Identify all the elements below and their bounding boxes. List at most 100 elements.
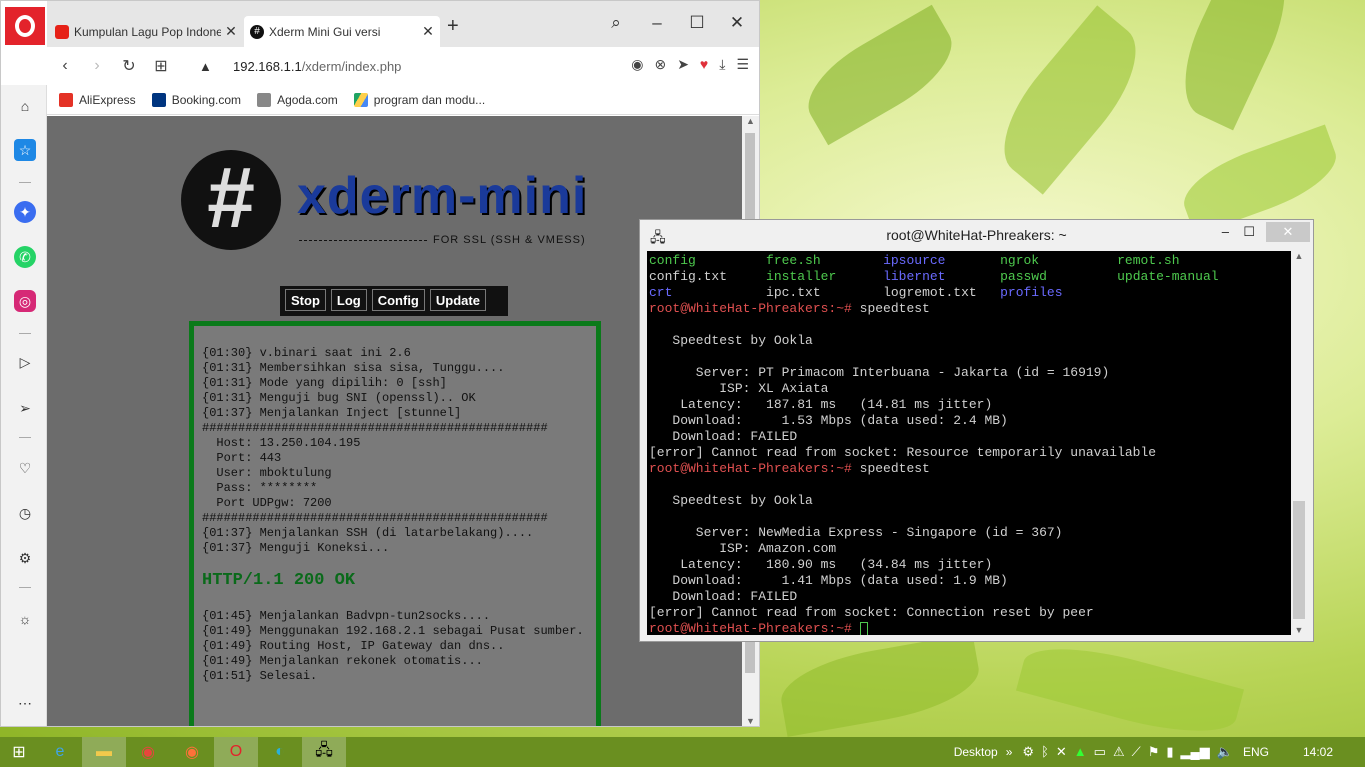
maximize-icon[interactable]: ☐ [1243, 224, 1255, 240]
easy-setup-icon[interactable]: ☰ [736, 56, 749, 73]
stop-button[interactable]: Stop [285, 289, 326, 311]
aliexpress-icon [59, 92, 73, 107]
bluetooth-icon[interactable]: ᛒ [1041, 744, 1049, 760]
battery-icon[interactable]: ▮ [1166, 744, 1173, 760]
send-icon[interactable]: ➤ [677, 56, 689, 73]
firefox-icon[interactable]: ◉ [170, 737, 214, 767]
bookmark-booking[interactable]: Booking.com [151, 92, 242, 107]
camera-icon[interactable]: ◉ [631, 56, 643, 73]
wifi-icon[interactable]: ▂▄▆ [1181, 744, 1210, 760]
update-button[interactable]: Update [429, 289, 486, 311]
minimize-icon[interactable]: – [645, 13, 669, 33]
more-icon[interactable]: ⋯ [14, 692, 36, 714]
clock[interactable]: 14:02 [1303, 745, 1333, 759]
bookmark-agoda[interactable]: Agoda.com [257, 92, 338, 107]
windows-start-icon[interactable]: ⊞ [0, 742, 38, 762]
internet-explorer-icon[interactable]: e [38, 737, 82, 767]
close-icon[interactable]: ✕ [1266, 222, 1310, 242]
minimize-icon[interactable]: – [1222, 224, 1229, 239]
ls-listing: config free.sh ipsource ngrok remot.sh c… [649, 253, 1289, 301]
whatsapp-icon[interactable]: ✆ [14, 246, 36, 268]
send-icon[interactable]: ➢ [14, 397, 36, 419]
reload-icon[interactable]: ↻ [115, 56, 143, 76]
desktop-toolbar[interactable]: Desktop [954, 745, 998, 759]
chevron-icon[interactable]: » [1006, 745, 1013, 759]
new-tab-button[interactable]: + [447, 15, 459, 38]
taskbar: ⊞ e ▬ ◉ ◉ O ◐ 🖧 Desktop » ⚙ ᛒ ✕ ▲ ▭ ⚠ ⟋ … [0, 737, 1365, 767]
messenger-icon[interactable]: ✦ [14, 201, 36, 223]
back-icon[interactable]: ‹ [51, 57, 79, 75]
putty-icon[interactable]: 🖧 [302, 737, 346, 767]
tab-title: Xderm Mini Gui versi [269, 24, 381, 39]
tray-app-icon[interactable]: ▭ [1094, 744, 1106, 760]
bookmarks-icon[interactable]: ☆ [14, 139, 36, 161]
language-indicator[interactable]: ENG [1243, 745, 1269, 759]
bookmark-drive[interactable]: program dan modu... [353, 92, 485, 107]
close-icon[interactable]: ✕ [422, 23, 434, 40]
config-button[interactable]: Config [371, 289, 425, 311]
google-drive-icon [353, 92, 368, 107]
bookmark-label: Agoda.com [277, 92, 338, 107]
speedtest-output: Speedtest by Ookla Server: PT Primacom I… [649, 333, 1157, 460]
ls-entry: ipsource [883, 253, 1001, 268]
search-tabs-icon[interactable]: ⌕ [604, 13, 628, 33]
heart-icon[interactable]: ♡ [14, 457, 36, 479]
text-cursor [859, 621, 868, 635]
heart-icon[interactable]: ♥ [700, 56, 708, 73]
command: speedtest [851, 461, 930, 476]
tab-xderm[interactable]: # Xderm Mini Gui versi ✕ [244, 16, 440, 47]
opera-icon[interactable]: O [214, 737, 258, 767]
opera-menu-icon[interactable] [5, 7, 45, 45]
warning-icon[interactable]: ▲ [199, 59, 212, 74]
tab-youtube[interactable]: Kumpulan Lagu Pop Indone ✕ [49, 16, 243, 47]
system-tray: Desktop » ⚙ ᛒ ✕ ▲ ▭ ⚠ ⟋ ⚑ ▮ ▂▄▆ 🔈 ENG 14… [954, 737, 1365, 767]
wallpaper-leaf [1015, 632, 1245, 748]
file-explorer-icon[interactable]: ▬ [82, 737, 126, 767]
ls-entry: libernet [883, 269, 1001, 284]
bookmark-label: Booking.com [171, 92, 242, 107]
close-window-icon[interactable]: ✕ [725, 13, 749, 33]
close-icon[interactable]: ✕ [225, 23, 237, 40]
instagram-icon[interactable]: ◎ [14, 290, 36, 312]
history-icon[interactable]: ◷ [14, 502, 36, 524]
terminal-scrollbar[interactable]: ▲ ▼ [1291, 251, 1307, 635]
putty-icon[interactable]: 🖧 [650, 227, 666, 251]
terminal-output[interactable]: config free.sh ipsource ngrok remot.sh c… [647, 251, 1291, 635]
adblock-icon[interactable]: ⊗ [654, 56, 666, 73]
terminal-titlebar[interactable]: 🖧 root@WhiteHat-Phreakers: ~ – ☐ ✕ [640, 220, 1313, 250]
download-icon[interactable]: ⤓ [719, 56, 725, 73]
network-tool-icon[interactable]: ⚙ [1022, 744, 1034, 760]
player-icon[interactable]: ▷ [14, 351, 36, 373]
ls-entry: installer [766, 269, 884, 284]
divider [19, 437, 31, 438]
log-output: {01:30} v.binari saat ini 2.6 {01:31} Me… [189, 321, 601, 726]
maximize-icon[interactable]: ☐ [685, 13, 709, 33]
settings-icon[interactable]: ⚙ [14, 547, 36, 569]
ls-entry: crt [649, 285, 767, 300]
ls-entry: free.sh [766, 253, 884, 268]
scrollbar-thumb[interactable] [1293, 501, 1305, 619]
prompt-line: root@WhiteHat-Phreakers:~# [649, 621, 1289, 635]
tray-app-icon[interactable]: ✕ [1056, 744, 1067, 760]
prompt: root@WhiteHat-Phreakers:~# [649, 461, 852, 476]
tray-app-icon[interactable]: ▲ [1074, 744, 1087, 760]
xderm-title: xderm-mini [297, 167, 588, 225]
flag-icon[interactable]: ⚑ [1148, 744, 1160, 760]
tray-app-icon[interactable]: ⚠ [1113, 744, 1125, 760]
volume-icon[interactable]: 🔈 [1217, 744, 1233, 760]
ls-row: crt ipc.txt logremot.txt profiles [649, 285, 1289, 301]
bookmark-aliexpress[interactable]: AliExpress [59, 92, 136, 107]
url-field[interactable]: 192.168.1.1/xderm/index.php [233, 59, 401, 74]
lightbulb-icon[interactable]: ☼ [14, 608, 36, 630]
home-icon[interactable]: ⌂ [14, 95, 36, 117]
log-button[interactable]: Log [330, 289, 367, 311]
speed-dial-icon[interactable]: ⊞ [147, 56, 175, 76]
agoda-icon [257, 92, 272, 107]
bookmarks-bar: AliExpress Booking.com Agoda.com program… [47, 85, 759, 115]
tray-app-icon[interactable]: ⟋ [1132, 744, 1141, 760]
edge-icon[interactable]: ◐ [258, 737, 302, 767]
tab-title: Kumpulan Lagu Pop Indone [74, 24, 221, 39]
forward-icon[interactable]: › [83, 57, 111, 75]
xderm-subtitle: FOR SSL (SSH & VMESS) [433, 234, 586, 246]
chrome-icon[interactable]: ◉ [126, 737, 170, 767]
